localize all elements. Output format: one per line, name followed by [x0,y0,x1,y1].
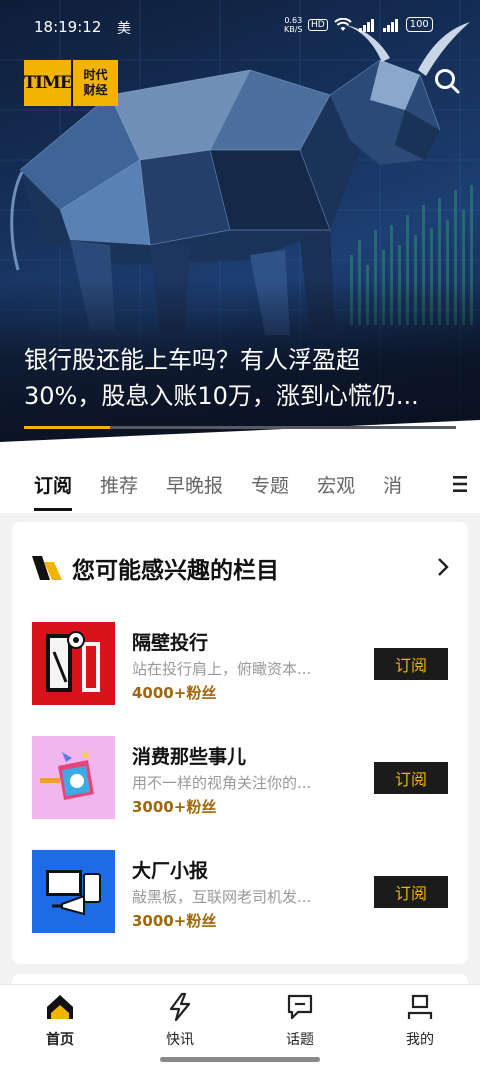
tab-item[interactable]: 消 [369,455,416,513]
hero-headline-line1: 银行股还能上车吗？有人浮盈超 [24,346,360,374]
column-item[interactable]: 消费那些事儿 用不一样的视角关注你的... 3000+粉丝 订阅 [32,736,452,820]
tab-item[interactable]: 订阅 [0,455,86,513]
column-fans: 4000+粉丝 [132,684,217,702]
nav-topics-label: 话题 [286,1032,314,1048]
status-bar: 18:19:12 美 0.63 KB/S HD 100 [0,0,480,56]
hero-headline-line2: 30%，股息入账10万，涨到心慌仍... [24,382,419,410]
column-fans: 3000+粉丝 [132,798,217,816]
nav-home-label: 首页 [46,1032,74,1048]
home-icon [47,995,73,1019]
tab-item[interactable]: 宏观 [303,455,369,513]
battery-indicator: 100 [405,17,433,32]
column-item[interactable]: 大厂小报 敲黑板，互联网老司机发... 3000+粉丝 订阅 [32,850,452,934]
chat-icon [287,994,313,1020]
status-carrier: 美 [117,21,131,37]
hero-headline[interactable]: 银行股还能上车吗？有人浮盈超 30%，股息入账10万，涨到心慌仍... [24,342,454,414]
signal-icon [358,18,374,32]
chevron-right-icon[interactable] [436,556,450,578]
column-desc: 敲黑板，互联网老司机发... [132,888,312,906]
column-thumbnail-bank [32,622,115,705]
logo-text: 时代 财经 [71,60,118,106]
tab-item[interactable]: 专题 [237,455,303,513]
logo-text-line1: 时代 [83,68,108,82]
lightning-icon [169,992,191,1022]
nav-topics[interactable]: 话题 [240,991,360,1051]
hero-banner[interactable]: 18:19:12 美 0.63 KB/S HD 100 TIME 时代 财经 银… [0,0,480,455]
search-button[interactable] [430,64,464,98]
recommend-title: 您可能感兴趣的栏目 [72,558,279,584]
subscribe-button[interactable]: 订阅 [374,762,448,794]
column-name: 消费那些事儿 [132,746,247,768]
profile-icon [407,994,433,1019]
column-item[interactable]: 隔壁投行 站在投行肩上，俯瞰资本... 4000+粉丝 订阅 [32,622,452,706]
tab-item[interactable]: 早晚报 [152,455,237,513]
column-name: 隔壁投行 [132,632,209,654]
search-icon [435,69,460,94]
column-desc: 站在投行肩上，俯瞰资本... [132,660,312,678]
subscribe-button[interactable]: 订阅 [374,648,448,680]
tab-menu-button[interactable] [440,455,480,513]
column-thumbnail-tech [32,850,115,933]
logo-mark: TIME [23,60,73,106]
nav-flash[interactable]: 快讯 [120,991,240,1051]
column-fans: 3000+粉丝 [132,912,217,930]
column-thumbnail-consumer [32,736,115,819]
recommend-card: 您可能感兴趣的栏目 隔壁投行 站在投行肩上，俯瞰资本... 4000+粉丝 订阅 [12,522,468,964]
column-name: 大厂小报 [132,860,209,882]
channel-tabs: 订阅 推荐 早晚报 专题 宏观消 [0,455,480,513]
carousel-progress-fill [24,426,111,429]
gesture-home-bar[interactable] [160,1057,320,1062]
status-icons: HD 100 [308,17,433,32]
signal-icon-2 [382,18,398,32]
net-speed-unit: KB/S [284,25,303,34]
status-time: 18:19:12 [34,18,102,36]
nav-home[interactable]: 首页 [0,991,120,1051]
logo-text-line2: 财经 [83,83,108,97]
recommend-header[interactable]: 您可能感兴趣的栏目 [32,550,452,586]
tab-item[interactable]: 推荐 [86,455,152,513]
net-speed-value: 0.63 [284,16,303,25]
nav-profile-label: 我的 [406,1032,434,1048]
hd-badge: HD [308,18,328,31]
section-mark-icon [32,556,62,580]
wifi-icon [334,17,352,31]
status-net-speed: 0.63 KB/S [284,16,303,34]
menu-icon [453,476,467,492]
app-logo: TIME 时代 财经 [23,60,118,106]
nav-flash-label: 快讯 [166,1032,194,1048]
column-desc: 用不一样的视角关注你的... [132,774,312,792]
nav-profile[interactable]: 我的 [360,991,480,1051]
subscribe-button[interactable]: 订阅 [374,876,448,908]
carousel-progress [24,426,456,429]
